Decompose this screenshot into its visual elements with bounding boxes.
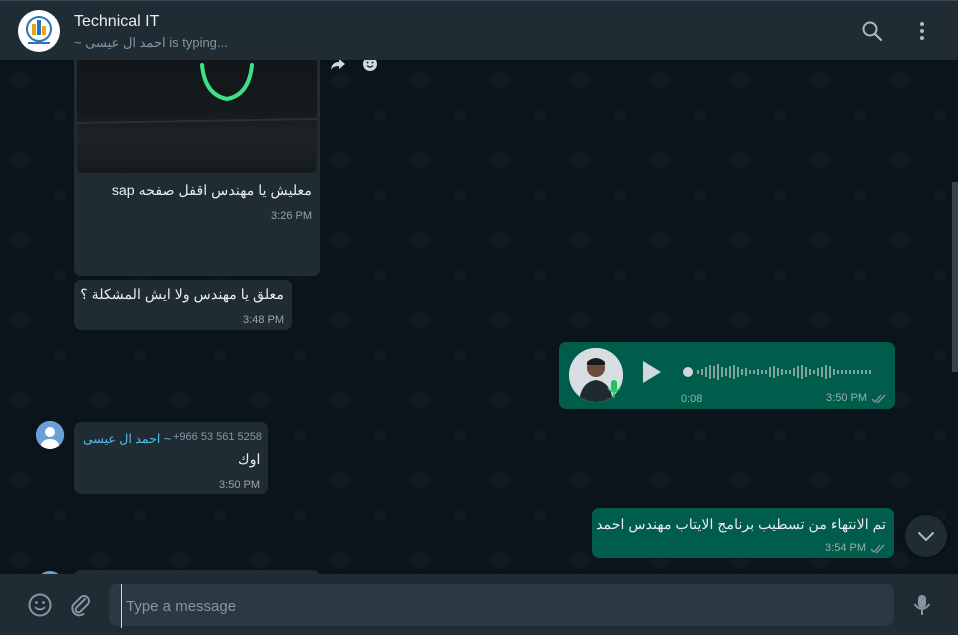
sender-avatar[interactable] <box>36 421 64 449</box>
menu-icon[interactable] <box>910 19 934 43</box>
emoji-reaction-icon[interactable] <box>358 60 382 76</box>
group-avatar[interactable] <box>18 10 60 52</box>
text-message[interactable]: تم الانتهاء من تسطيب برنامج الايتاب مهند… <box>592 508 894 558</box>
read-tick-icon <box>870 544 885 554</box>
play-icon[interactable] <box>641 360 663 384</box>
waveform-bar <box>737 367 739 377</box>
waveform-bar <box>721 367 723 377</box>
waveform-bar <box>733 365 735 379</box>
message-text: تم الانتهاء من تسطيب برنامج الايتاب مهند… <box>596 517 886 533</box>
waveform-bar <box>849 370 851 374</box>
message-input-container[interactable] <box>109 584 894 628</box>
waveform-bar <box>857 370 859 374</box>
waveform-bar <box>745 368 747 376</box>
waveform-bar <box>705 367 707 377</box>
waveform-bar <box>769 367 771 377</box>
voice-message[interactable]: 0:08 3:50 PM <box>559 342 895 409</box>
waveform-bar <box>713 366 715 378</box>
search-icon[interactable] <box>860 19 884 43</box>
message-image[interactable] <box>77 60 317 173</box>
scrollbar[interactable] <box>952 182 958 372</box>
waveform-bar <box>809 369 811 375</box>
message-text: اوك <box>238 452 261 468</box>
chat-header: Technical IT ~ احمد ال عيسى is typing... <box>0 0 958 60</box>
message-time: 3:54 PM <box>825 542 866 554</box>
message-list[interactable]: معليش يا مهندس اقفل صفحه sap 3:26 PM معل… <box>0 60 958 574</box>
mic-icon[interactable] <box>909 592 935 618</box>
waveform-bar <box>821 367 823 377</box>
waveform-bar <box>765 370 767 374</box>
waveform-bar <box>793 368 795 376</box>
waveform-bar <box>833 369 835 375</box>
attach-icon[interactable] <box>68 592 94 618</box>
waveform-bar <box>853 370 855 374</box>
scroll-to-bottom-button[interactable] <box>905 515 947 557</box>
waveform-bar <box>709 365 711 379</box>
waveform-bar <box>841 370 843 374</box>
sender-name[interactable]: ~ احمد ال عيسى <box>83 431 171 446</box>
waveform-bar <box>789 370 791 374</box>
waveform-bar <box>781 369 783 375</box>
waveform-bar <box>717 364 719 380</box>
waveform-bar <box>741 369 743 375</box>
waveform-progress-dot <box>683 367 693 377</box>
waveform-bar <box>861 370 863 374</box>
typing-status: ~ احمد ال عيسى is typing... <box>74 35 228 50</box>
image-message[interactable]: معليش يا مهندس اقفل صفحه sap 3:26 PM <box>74 60 320 276</box>
forward-icon[interactable] <box>326 60 350 76</box>
waveform-bar <box>729 366 731 378</box>
waveform-bar <box>749 370 751 374</box>
waveform-bar <box>753 370 755 374</box>
emoji-icon[interactable] <box>27 592 53 618</box>
waveform-bar <box>865 370 867 374</box>
waveform-bar <box>761 370 763 374</box>
waveform-bar <box>845 370 847 374</box>
waveform-bar <box>829 366 831 378</box>
waveform-bar <box>837 370 839 374</box>
waveform-bar <box>725 368 727 376</box>
voice-duration: 0:08 <box>681 393 703 405</box>
chat-title[interactable]: Technical IT <box>74 13 159 31</box>
message-time: 3:50 PM <box>219 479 260 491</box>
waveform-bar <box>697 370 699 374</box>
composer-bar <box>0 574 958 635</box>
message-time: 3:50 PM <box>826 392 867 404</box>
message-text: معليش يا مهندس اقفل صفحه sap <box>111 183 312 199</box>
message-input[interactable] <box>121 584 888 628</box>
text-message[interactable]: معلق يا مهندس ولا ايش المشكلة ؟ 3:48 PM <box>74 280 292 330</box>
chevron-down-icon <box>918 532 934 542</box>
sender-phone: +966 53 561 5258 <box>173 431 263 443</box>
waveform-bar <box>825 365 827 379</box>
waveform-bar <box>797 366 799 378</box>
waveform-bar <box>869 370 871 374</box>
waveform-bar <box>773 366 775 378</box>
message-text: معلق يا مهندس ولا ايش المشكلة ؟ <box>80 287 284 303</box>
waveform-bar <box>817 368 819 376</box>
waveform-bar <box>785 370 787 374</box>
waveform-bar <box>777 368 779 376</box>
message-time: 3:26 PM <box>271 210 312 222</box>
text-message[interactable]: +966 53 561 5258 ~ احمد ال عيسى اوك 3:50… <box>74 422 268 494</box>
waveform-bar <box>701 369 703 375</box>
read-tick-icon <box>871 394 886 404</box>
waveform-bar <box>757 369 759 375</box>
waveform[interactable] <box>683 362 875 382</box>
mic-icon <box>607 380 621 398</box>
waveform-bar <box>805 367 807 377</box>
waveform-bar <box>813 370 815 374</box>
waveform-bar <box>801 365 803 379</box>
message-time: 3:48 PM <box>243 314 284 326</box>
